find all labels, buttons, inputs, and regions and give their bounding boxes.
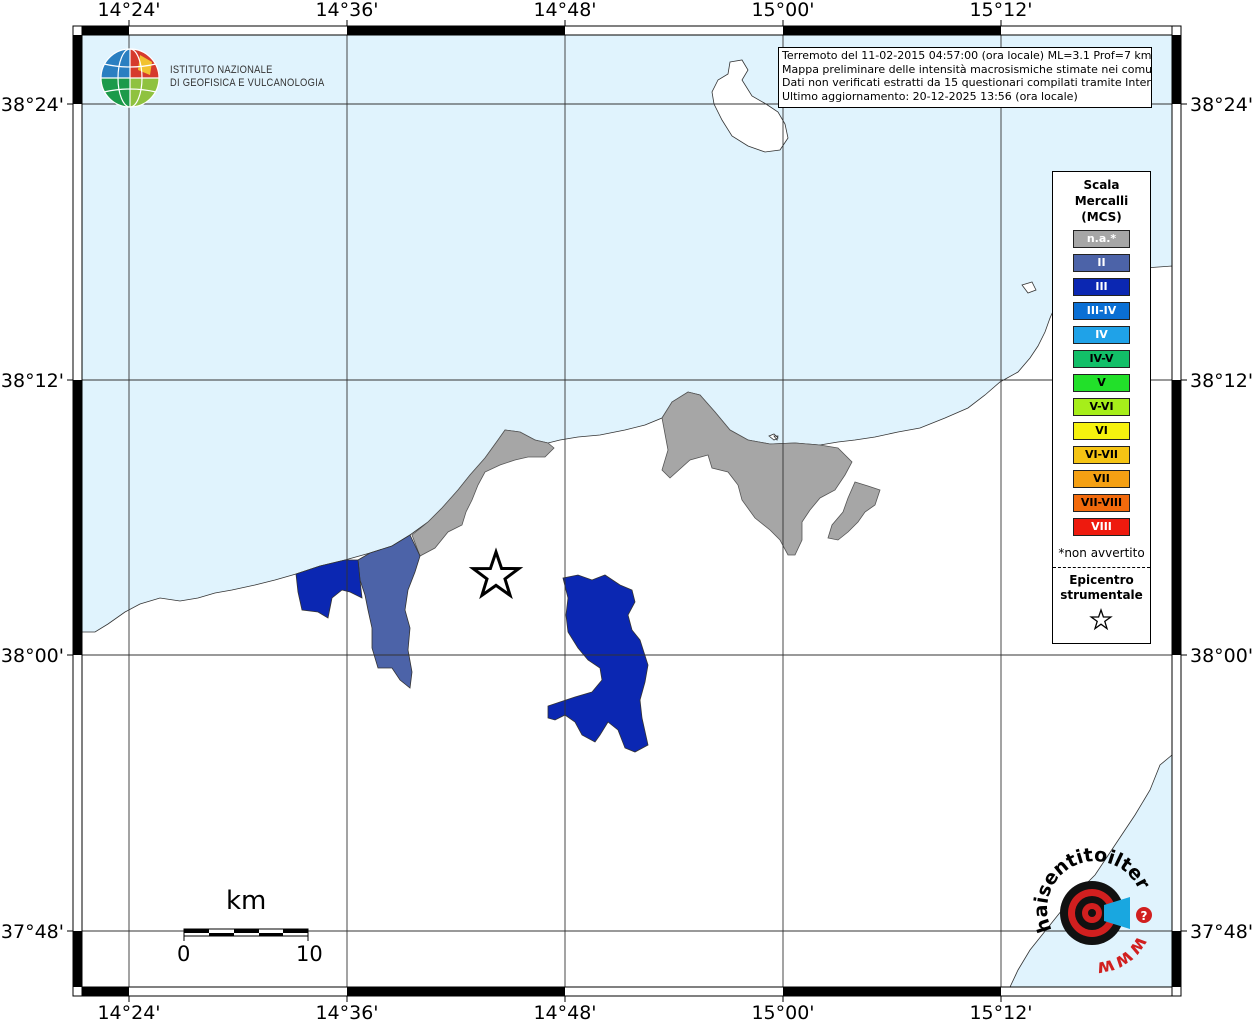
lon-labels-bottom: 14°24' 14°36' 14°48' 15°00' 15°12'	[97, 1002, 1032, 1024]
event-info-line: Dati non verificati estratti da 15 quest…	[782, 76, 1152, 89]
map-content	[81, 35, 1173, 988]
scale-bar-end-label: 10	[296, 942, 323, 966]
lon-label-bottom: 14°24'	[97, 1002, 160, 1024]
legend-swatch: VII-VIII	[1073, 494, 1130, 512]
legend-swatch: III-IV	[1073, 302, 1130, 320]
event-info-line: Terremoto del 11-02-2015 04:57:00 (ora l…	[782, 49, 1152, 62]
legend-title-line: Mercalli	[1074, 194, 1129, 208]
lat-label-right: 37°48'	[1190, 921, 1253, 943]
event-info-line: Mappa preliminare delle intensità macros…	[782, 62, 1152, 76]
lon-label-top: 15°00'	[751, 0, 814, 21]
legend-swatch: VI-VII	[1073, 446, 1130, 464]
event-info-line: Ultimo aggiornamento: 20-12-2025 13:56 (…	[782, 89, 1078, 103]
lon-label-top: 15°12'	[969, 0, 1032, 21]
lon-label-top: 14°48'	[533, 0, 596, 21]
legend-swatch: IV-V	[1073, 350, 1130, 368]
lon-label-bottom: 14°48'	[533, 1002, 596, 1024]
legend-swatch: IV	[1073, 326, 1130, 344]
lat-label-right: 38°12'	[1190, 370, 1253, 392]
legend-epicenter-label: Epicentro strumentale	[1053, 573, 1150, 603]
lon-labels-top: 14°24' 14°36' 14°48' 15°00' 15°12'	[97, 0, 1032, 21]
lat-labels-right: 38°24' 38°12' 38°00' 37°48'	[1190, 94, 1253, 943]
lat-label-right: 38°24'	[1190, 94, 1253, 116]
lon-label-bottom: 15°12'	[969, 1002, 1032, 1024]
legend-swatch: VIII	[1073, 518, 1130, 536]
lon-label-top: 14°36'	[315, 0, 378, 21]
lon-label-bottom: 15°00'	[751, 1002, 814, 1024]
legend-note: *non avvertito	[1058, 546, 1145, 560]
lat-label-left: 37°48'	[1, 921, 64, 943]
lat-label-left: 38°12'	[1, 370, 64, 392]
lon-label-bottom: 14°36'	[315, 1002, 378, 1024]
legend-swatch: II	[1073, 254, 1130, 272]
legend-swatch: n.a.*	[1073, 230, 1130, 248]
legend-swatch: VI	[1073, 422, 1130, 440]
legend-divider	[1053, 567, 1150, 568]
legend-title: Scala Mercalli (MCS)	[1053, 177, 1150, 225]
ingv-logo-text: ISTITUTO NAZIONALE DI GEOFISICA E VULCAN…	[170, 64, 324, 90]
ingv-logo-line2: DI GEOFISICA E VULCANOLOGIA	[170, 77, 325, 89]
scale-bar-title: km	[226, 886, 267, 916]
lat-label-left: 38°00'	[1, 645, 64, 667]
svg-text:?: ?	[1141, 909, 1148, 923]
lat-label-right: 38°00'	[1190, 645, 1253, 667]
lat-label-left: 38°24'	[1, 94, 64, 116]
event-info-box: Terremoto del 11-02-2015 04:57:00 (ora l…	[778, 47, 1152, 108]
legend-epicenter-line: strumentale	[1060, 588, 1143, 602]
legend-swatch: VII	[1073, 470, 1130, 488]
lon-label-top: 14°24'	[97, 0, 160, 21]
legend-swatch: V-VI	[1073, 398, 1130, 416]
lat-labels-left: 38°24' 38°12' 38°00' 37°48'	[1, 94, 64, 943]
legend-swatch: V	[1073, 374, 1130, 392]
legend-star-icon	[1089, 608, 1113, 631]
mercalli-legend: Scala Mercalli (MCS) n.a.* II III III-IV IV I…	[1052, 171, 1151, 644]
legend-title-line: (MCS)	[1081, 210, 1122, 224]
scale-bar-start-label: 0	[177, 942, 191, 966]
ingv-logo-line1: ISTITUTO NAZIONALE	[170, 64, 273, 76]
ingv-logo-icon	[100, 48, 160, 108]
legend-swatch: III	[1073, 278, 1130, 296]
legend-epicenter-line: Epicentro	[1069, 573, 1134, 587]
legend-title-line: Scala	[1083, 178, 1120, 192]
